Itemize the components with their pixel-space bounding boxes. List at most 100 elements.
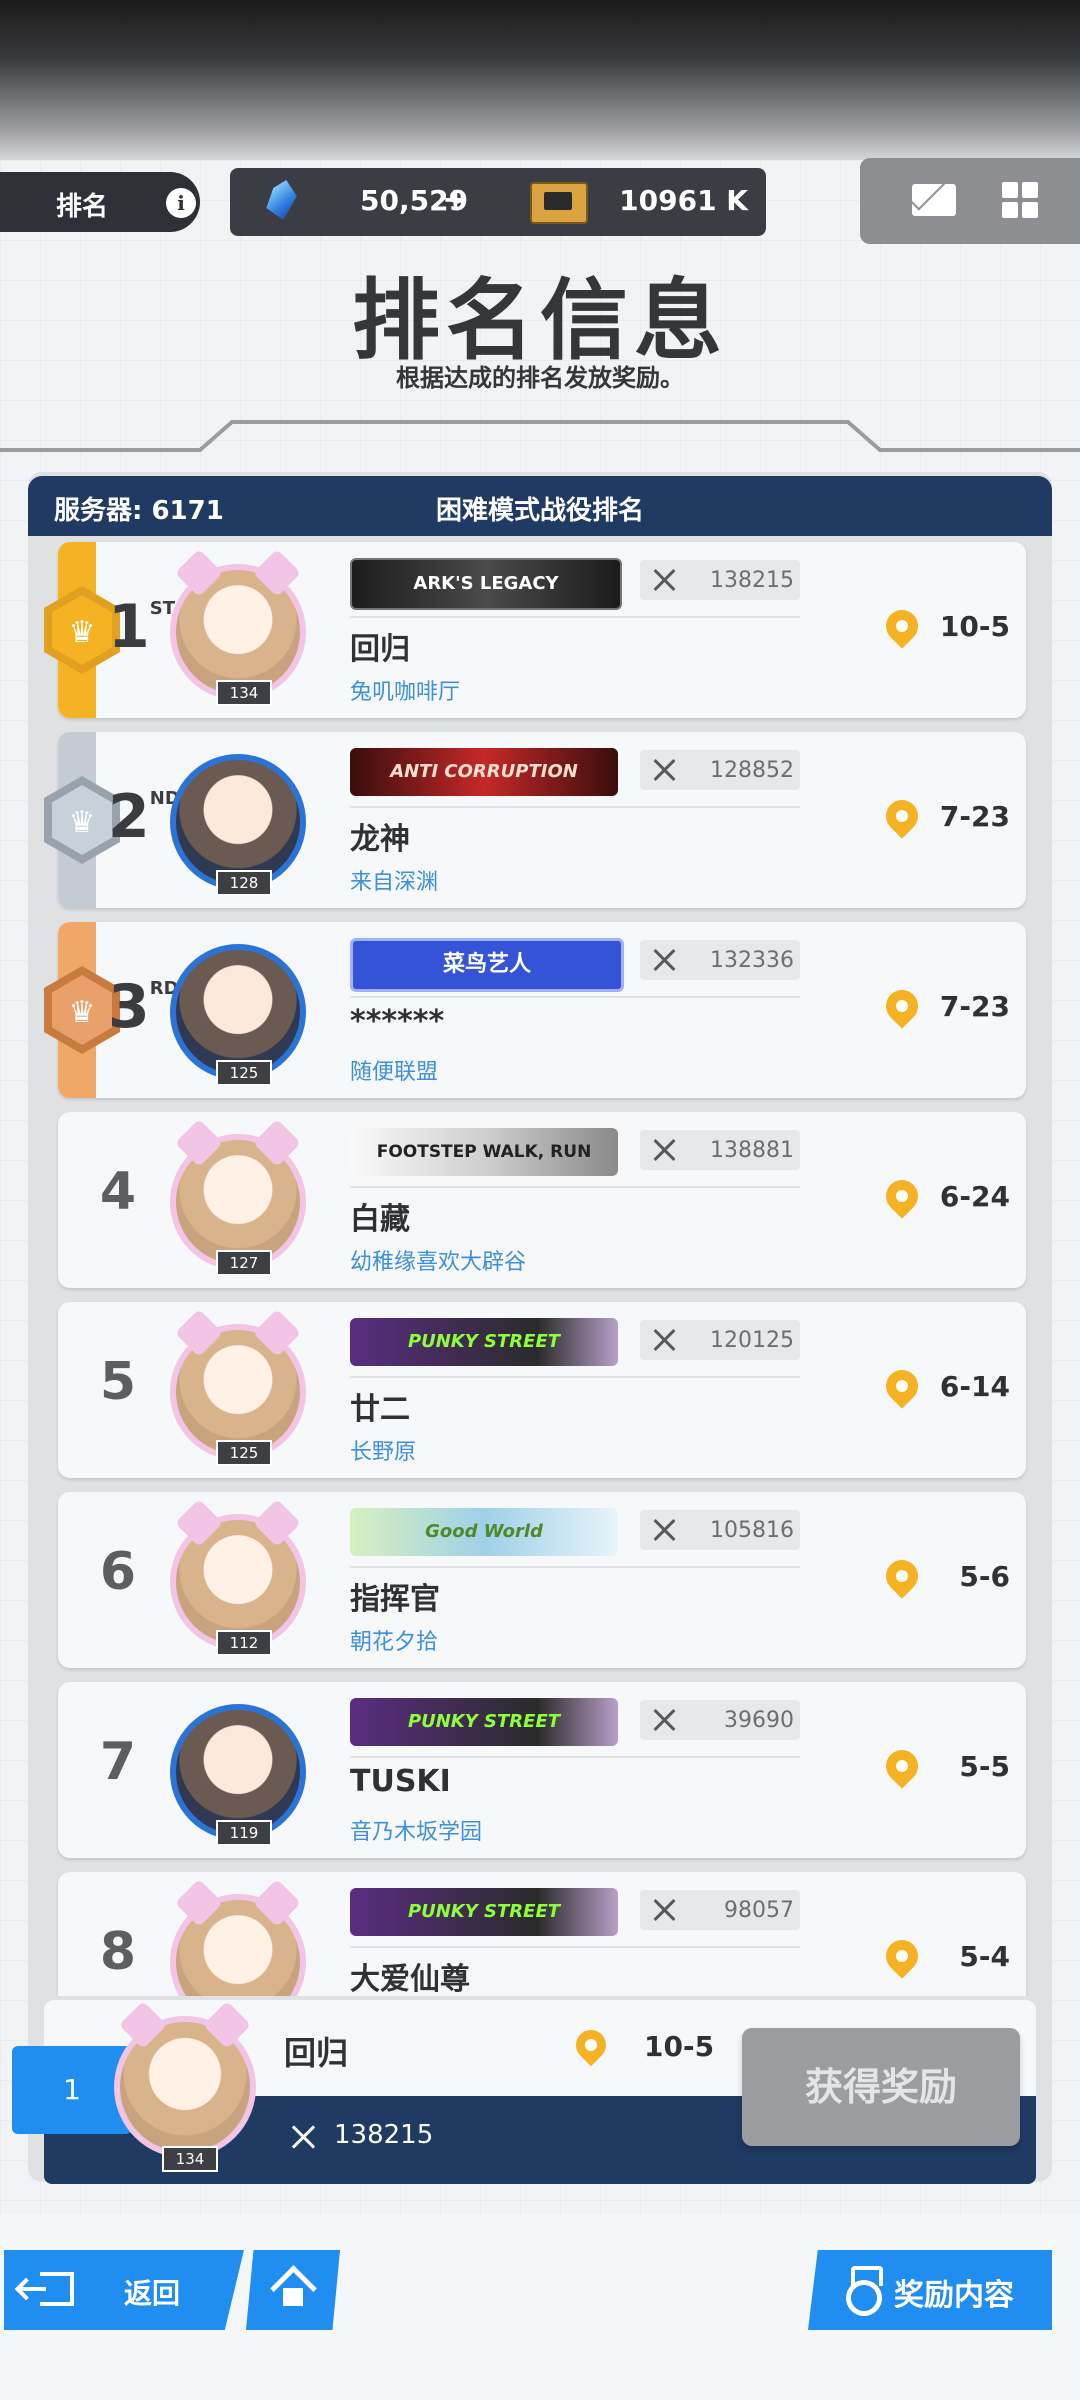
ranking-row-5[interactable]: 5 125 PUNKY STREET 120125 廿二 长野原 6-14 [58, 1302, 1026, 1478]
ranking-row-4[interactable]: 4 127 FOOTSTEP WALK, RUN 138881 白藏 幼稚缘喜欢… [58, 1112, 1026, 1288]
player-name: 白藏 [350, 1202, 410, 1237]
exit-arrow-icon [20, 2272, 74, 2306]
row-divider [350, 1756, 800, 1758]
guild-name: 兔叽咖啡厅 [350, 680, 461, 705]
ranking-row-2[interactable]: ♛ 2ND 128 ANTI CORRUPTION 128852 龙神 来自深渊… [44, 732, 1026, 908]
ranking-row-3[interactable]: ♛ 3RD 125 菜鸟艺人 132336 ****** 随便联盟 7-23 [44, 922, 1026, 1098]
level-badge: 127 [216, 1250, 272, 1276]
swords-icon [650, 756, 678, 784]
claim-reward-button[interactable]: 获得奖励 [742, 2028, 1020, 2146]
rank-number: 5 [99, 1352, 137, 1412]
my-avatar[interactable]: 134 [114, 2000, 256, 2172]
guild-name: 随便联盟 [350, 1060, 439, 1085]
player-avatar[interactable]: 119 [170, 1704, 306, 1846]
medal-icon [842, 2266, 884, 2316]
player-name: 回归 [350, 632, 410, 667]
location-pin-icon [879, 1173, 925, 1219]
currency-bar: 50,529 + 10961 K [230, 168, 766, 236]
reward-content-button[interactable]: 奖励内容 [808, 2250, 1052, 2330]
player-avatar[interactable]: 127 [170, 1118, 306, 1276]
location-pin-icon [879, 1553, 925, 1599]
title-banner: PUNKY STREET [350, 1888, 618, 1936]
title-banner: 菜鸟艺人 [350, 938, 624, 992]
player-avatar[interactable]: 134 [170, 548, 306, 706]
power-score: 39690 [640, 1700, 800, 1740]
guild-name: 朝花夕拾 [350, 1630, 439, 1655]
location-pin-icon [879, 1933, 925, 1979]
stage-progress: 10-5 [939, 610, 1010, 643]
player-name: TUSKI [350, 1764, 451, 1799]
power-score: 98057 [640, 1890, 800, 1930]
panel-header: 困难模式战役排名 服务器: 6171 [28, 476, 1052, 536]
my-power-score: 138215 [334, 2120, 434, 2150]
home-button[interactable] [246, 2250, 340, 2330]
stage-progress: 6-24 [939, 1180, 1010, 1213]
row-divider [350, 1376, 800, 1378]
crystal-gem-icon [264, 180, 301, 220]
stage-progress: 5-6 [959, 1560, 1010, 1593]
swords-icon [650, 1706, 678, 1734]
player-name: 大爱仙尊 [350, 1962, 470, 1996]
rank-number: 4 [99, 1162, 137, 1222]
grid-menu-icon[interactable] [1002, 182, 1040, 220]
player-name: 龙神 [350, 822, 410, 857]
ranking-tab[interactable]: 排名 i [0, 172, 200, 232]
guild-name: 来自深渊 [350, 870, 439, 895]
stage-progress: 6-14 [939, 1370, 1010, 1403]
top-right-panel [860, 158, 1080, 244]
add-gems-button[interactable]: + [442, 180, 469, 218]
guild-name: 幼稚缘喜欢大辟谷 [350, 1250, 527, 1275]
player-avatar[interactable]: 125 [170, 1308, 306, 1466]
player-name: ****** [350, 1004, 445, 1039]
level-badge: 119 [216, 1820, 272, 1846]
location-pin-icon [879, 603, 925, 649]
title-banner: PUNKY STREET [350, 1318, 618, 1366]
rank-number: 8 [99, 1922, 137, 1982]
row-divider [350, 1946, 800, 1948]
my-stage-progress: 10-5 [644, 2030, 715, 2063]
info-icon[interactable]: i [166, 188, 196, 218]
level-badge: 125 [216, 1440, 272, 1466]
rank-number: 6 [99, 1542, 137, 1602]
level-badge: 112 [216, 1630, 272, 1656]
stage-progress: 7-23 [939, 990, 1010, 1023]
back-button[interactable]: 返回 [4, 2250, 244, 2330]
level-badge: 134 [162, 2146, 218, 2172]
ranking-row-8[interactable]: 8 PUNKY STREET 98057 大爱仙尊 5-4 [58, 1872, 1026, 1996]
back-label: 返回 [124, 2277, 181, 2310]
ranking-row-7[interactable]: 7 119 PUNKY STREET 39690 TUSKI 音乃木坂学园 5-… [58, 1682, 1026, 1858]
page-subtitle: 根据达成的排名发放奖励。 [396, 364, 684, 392]
title-banner: FOOTSTEP WALK, RUN [350, 1128, 618, 1176]
row-divider [350, 996, 800, 998]
player-avatar[interactable]: 112 [170, 1498, 306, 1656]
row-divider [350, 616, 800, 618]
player-avatar[interactable] [170, 1878, 306, 1996]
ranking-list[interactable]: ♛ 1ST 134 ARK'S LEGACY 138215 回归 兔叽咖啡厅 1… [28, 536, 1052, 1996]
power-score: 138881 [640, 1130, 800, 1170]
player-name: 指挥官 [350, 1582, 440, 1617]
player-avatar[interactable]: 128 [170, 754, 306, 896]
ranking-row-1[interactable]: ♛ 1ST 134 ARK'S LEGACY 138215 回归 兔叽咖啡厅 1… [44, 542, 1026, 718]
rank-number: 3RD [108, 972, 179, 1042]
top-shade [0, 0, 1080, 170]
level-badge: 128 [216, 870, 272, 896]
title-banner: PUNKY STREET [350, 1698, 618, 1746]
stage-progress: 5-5 [959, 1750, 1010, 1783]
rank-number: 7 [99, 1732, 137, 1792]
mail-icon[interactable] [912, 184, 956, 216]
rank-number: 1ST [108, 592, 175, 662]
title-banner: ARK'S LEGACY [350, 558, 622, 610]
reward-content-label: 奖励内容 [894, 2278, 1014, 2313]
swords-icon [650, 1326, 678, 1354]
power-score: 128852 [640, 750, 800, 790]
row-divider [350, 1566, 800, 1568]
player-name: 廿二 [350, 1392, 410, 1427]
location-pin-icon [879, 1743, 925, 1789]
home-icon [274, 2270, 312, 2306]
player-avatar[interactable]: 125 [170, 944, 306, 1086]
swords-icon [288, 2122, 318, 2152]
ticket-icon [530, 182, 588, 224]
level-badge: 125 [216, 1060, 272, 1086]
ranking-row-6[interactable]: 6 112 Good World 105816 指挥官 朝花夕拾 5-6 [58, 1492, 1026, 1668]
power-score: 120125 [640, 1320, 800, 1360]
